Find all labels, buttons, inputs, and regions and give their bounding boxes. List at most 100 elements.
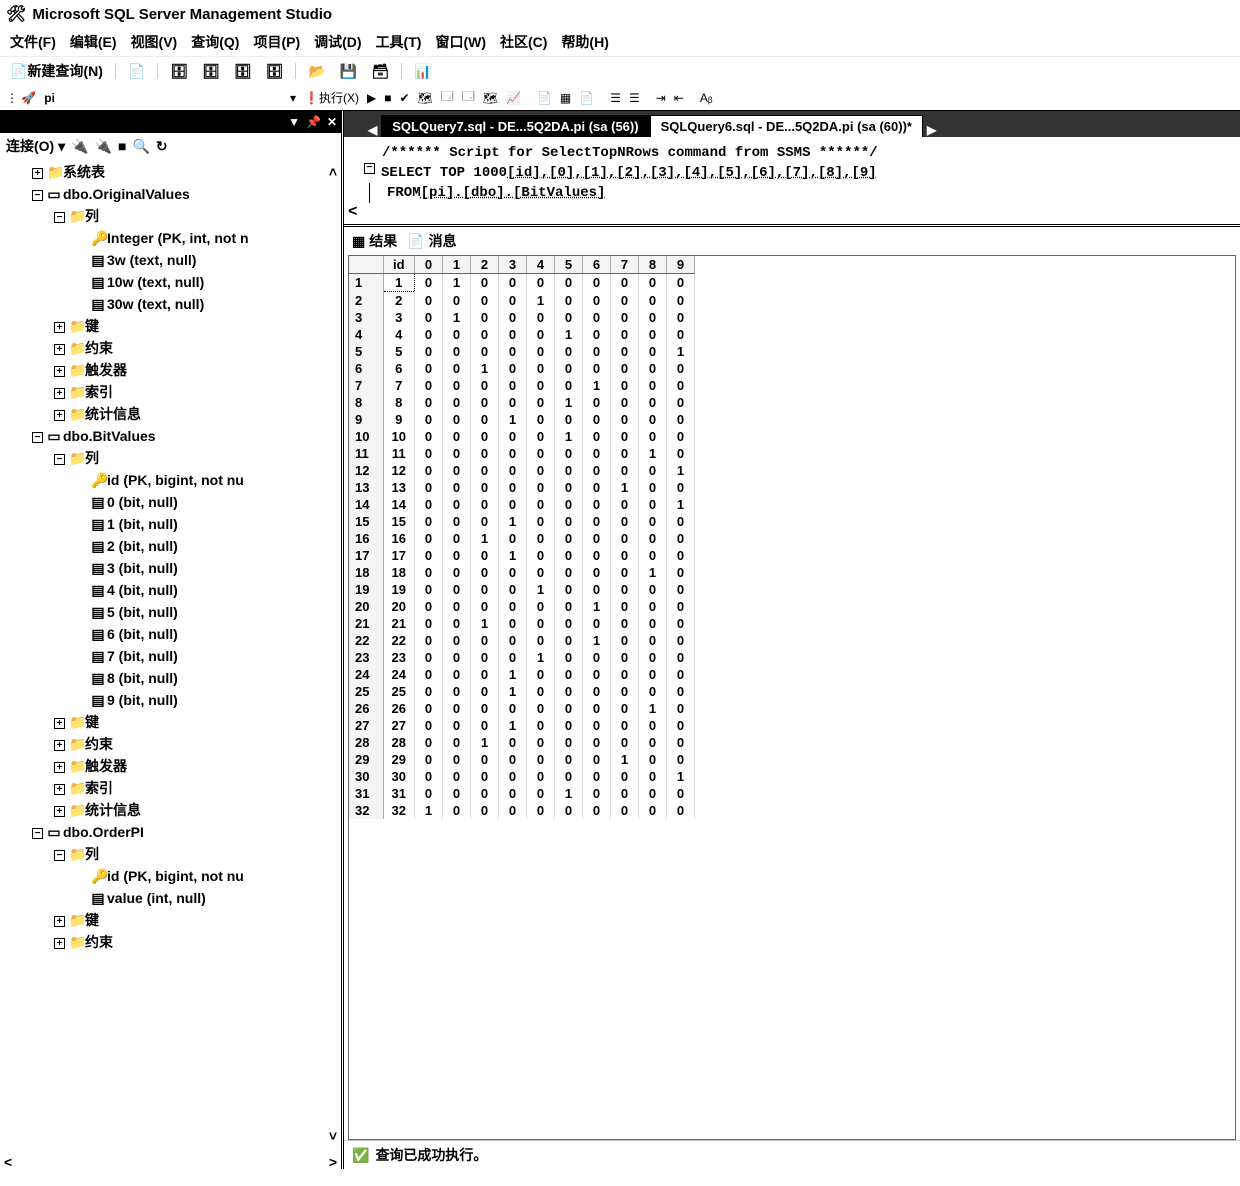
cell[interactable]: 15: [349, 513, 383, 530]
disconnect-icon[interactable]: 🔌: [95, 138, 112, 155]
table-row[interactable]: 30300000000001: [349, 768, 694, 785]
cell[interactable]: 0: [582, 666, 610, 683]
cell[interactable]: 10: [349, 428, 383, 445]
cell[interactable]: 0: [442, 411, 470, 428]
expand-icon[interactable]: +: [54, 718, 65, 729]
tree-node[interactable]: ▤30w (text, null): [10, 293, 337, 315]
cell[interactable]: 1: [638, 700, 666, 717]
tree-node[interactable]: ▤3 (bit, null): [10, 557, 337, 579]
cell[interactable]: 1: [414, 802, 442, 819]
table-row[interactable]: 32321000000000: [349, 802, 694, 819]
cell[interactable]: 4: [349, 326, 383, 343]
indent-icon[interactable]: ⇥: [656, 91, 666, 105]
cell[interactable]: 0: [638, 547, 666, 564]
cell[interactable]: 17: [349, 547, 383, 564]
connect-icon[interactable]: 🔌: [71, 138, 88, 155]
cell[interactable]: 18: [383, 564, 414, 581]
expand-icon[interactable]: +: [54, 322, 65, 333]
tree-node[interactable]: +📁系统表: [10, 161, 337, 183]
cell[interactable]: 0: [442, 683, 470, 700]
table-row[interactable]: 27270001000000: [349, 717, 694, 734]
cell[interactable]: 0: [526, 700, 554, 717]
cell[interactable]: 0: [582, 309, 610, 326]
cell[interactable]: 0: [582, 360, 610, 377]
cell[interactable]: 0: [526, 343, 554, 360]
table-row[interactable]: 21210010000000: [349, 615, 694, 632]
include-stats-icon[interactable]: 📈: [506, 91, 521, 105]
cell[interactable]: 0: [498, 360, 526, 377]
table-row[interactable]: 220000100000: [349, 292, 694, 310]
cell[interactable]: 0: [582, 343, 610, 360]
table-row[interactable]: 12120000000001: [349, 462, 694, 479]
cell[interactable]: 0: [442, 530, 470, 547]
cell[interactable]: 0: [442, 717, 470, 734]
cell[interactable]: 0: [470, 445, 498, 462]
cell[interactable]: 0: [526, 615, 554, 632]
cell[interactable]: 0: [498, 377, 526, 394]
cell[interactable]: 25: [349, 683, 383, 700]
cell[interactable]: 28: [349, 734, 383, 751]
column-header[interactable]: 2: [470, 256, 498, 274]
cell[interactable]: 8: [383, 394, 414, 411]
cell[interactable]: 0: [554, 292, 582, 310]
tree-node[interactable]: −▭dbo.OrderPI: [10, 821, 337, 843]
cell[interactable]: 0: [638, 377, 666, 394]
table-row[interactable]: 880000010000: [349, 394, 694, 411]
cell[interactable]: 0: [666, 717, 694, 734]
cell[interactable]: 0: [666, 632, 694, 649]
cell[interactable]: 0: [582, 717, 610, 734]
cell[interactable]: 1: [498, 411, 526, 428]
cell[interactable]: 0: [582, 292, 610, 310]
cell[interactable]: 0: [470, 343, 498, 360]
cell[interactable]: 0: [554, 751, 582, 768]
cell[interactable]: 15: [383, 513, 414, 530]
cell[interactable]: 0: [666, 751, 694, 768]
cell[interactable]: 0: [526, 274, 554, 292]
expand-icon[interactable]: +: [54, 366, 65, 377]
cell[interactable]: 0: [526, 785, 554, 802]
cell[interactable]: 0: [442, 547, 470, 564]
cell[interactable]: 0: [442, 292, 470, 310]
stop-icon[interactable]: ■: [384, 91, 391, 105]
cell[interactable]: 0: [554, 768, 582, 785]
cell[interactable]: 0: [470, 581, 498, 598]
expand-icon[interactable]: +: [54, 344, 65, 355]
cell[interactable]: 0: [414, 751, 442, 768]
table-row[interactable]: 770000001000: [349, 377, 694, 394]
cell[interactable]: 11: [383, 445, 414, 462]
expand-icon[interactable]: +: [32, 168, 43, 179]
cell[interactable]: 0: [498, 615, 526, 632]
expand-icon[interactable]: −: [54, 212, 65, 223]
expand-icon[interactable]: −: [54, 850, 65, 861]
cell[interactable]: 23: [349, 649, 383, 666]
cell[interactable]: 0: [442, 394, 470, 411]
table-row[interactable]: 23230000100000: [349, 649, 694, 666]
table-row[interactable]: 17170001000000: [349, 547, 694, 564]
cell[interactable]: 0: [666, 581, 694, 598]
cell[interactable]: 1: [666, 343, 694, 360]
cell[interactable]: 0: [666, 683, 694, 700]
cell[interactable]: 0: [470, 428, 498, 445]
cell[interactable]: 0: [666, 326, 694, 343]
scroll-down-icon[interactable]: ˅: [329, 1125, 337, 1147]
cell[interactable]: 0: [666, 598, 694, 615]
cell[interactable]: 0: [470, 564, 498, 581]
cell[interactable]: 0: [498, 751, 526, 768]
include-plan-icon[interactable]: 🗺: [483, 91, 498, 105]
cell[interactable]: 0: [666, 513, 694, 530]
expand-icon[interactable]: +: [54, 762, 65, 773]
tree-node[interactable]: ▤1 (bit, null): [10, 513, 337, 535]
cell[interactable]: 0: [638, 598, 666, 615]
cell[interactable]: 21: [383, 615, 414, 632]
cell[interactable]: 1: [498, 547, 526, 564]
db-engine-icon[interactable]: 🗄: [166, 61, 192, 82]
cell[interactable]: 0: [414, 581, 442, 598]
cell[interactable]: 1: [554, 428, 582, 445]
cell[interactable]: 27: [383, 717, 414, 734]
tree-node[interactable]: ▤9 (bit, null): [10, 689, 337, 711]
cell[interactable]: 1: [470, 530, 498, 547]
cell[interactable]: 0: [470, 394, 498, 411]
cell[interactable]: 0: [470, 479, 498, 496]
table-row[interactable]: 16160010000000: [349, 530, 694, 547]
expand-icon[interactable]: +: [54, 740, 65, 751]
